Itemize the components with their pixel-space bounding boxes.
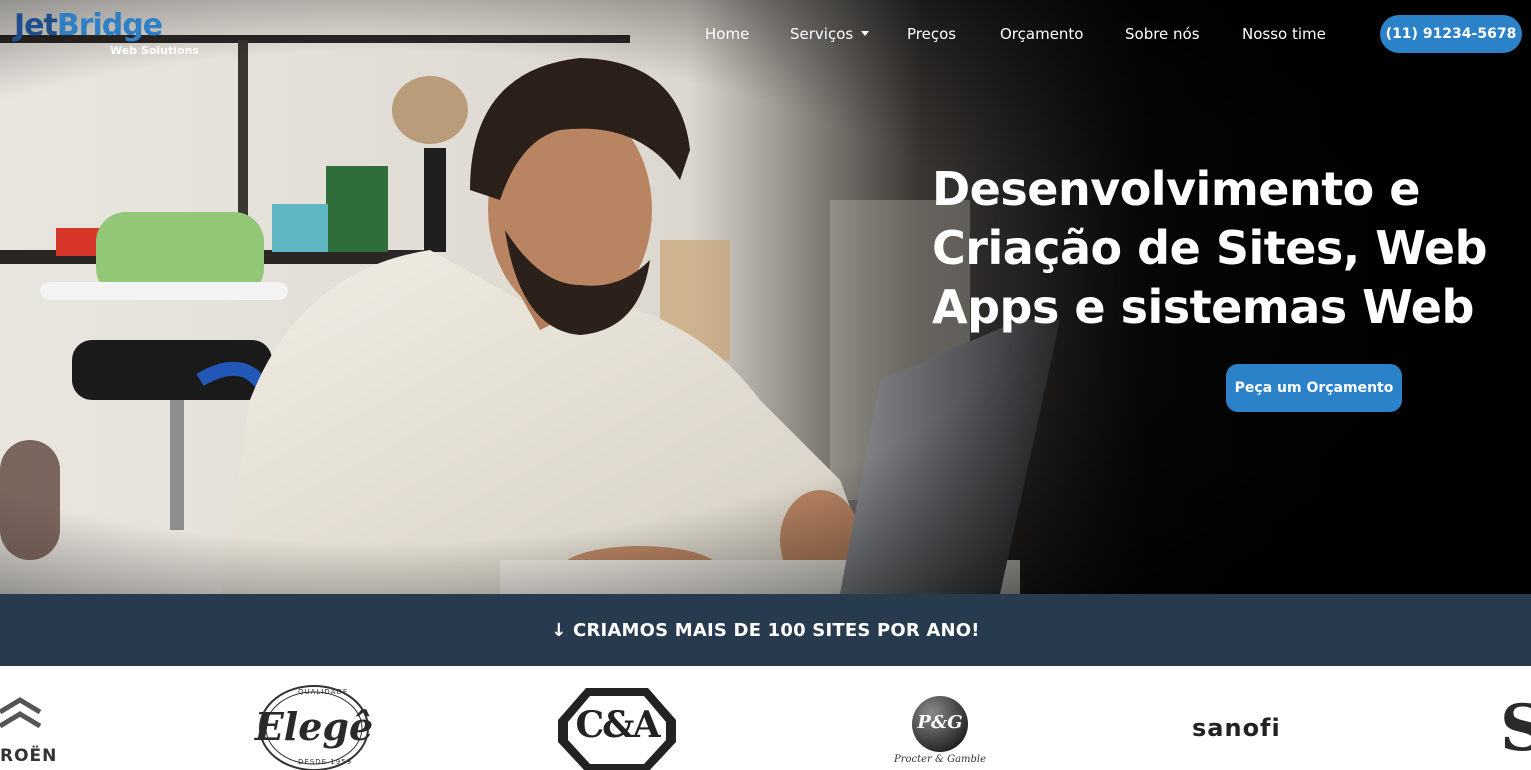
client-logo-ca: C&A xyxy=(556,684,678,770)
nav-prices-label: Preços xyxy=(907,25,957,43)
nav-team-label: Nosso time xyxy=(1242,25,1326,43)
caret-down-icon xyxy=(861,31,870,36)
stats-banner-text: ↓ CRIAMOS MAIS DE 100 SITES POR ANO! xyxy=(551,619,980,641)
client-name-sanofi: sanofi xyxy=(1192,714,1281,742)
nav-home-label: Home xyxy=(705,25,750,43)
headline-line-3: Apps e sistemas Web xyxy=(932,280,1474,334)
client-name-pg: P&G xyxy=(917,712,963,733)
headline-line-2: Criação de Sites, Web xyxy=(932,221,1488,275)
hero-section: JetBridge Web Solutions Home Serviços Pr… xyxy=(0,0,1531,594)
top-navigation: Home Serviços Preços Orçamento Sobre nós… xyxy=(0,0,1531,70)
client-logo-partial: S xyxy=(1500,694,1531,764)
nav-team[interactable]: Nosso time xyxy=(1242,24,1326,44)
nav-services-dropdown[interactable]: Serviços xyxy=(790,24,870,44)
partial-logo-icon: S xyxy=(1500,694,1531,764)
nav-services-label: Serviços xyxy=(790,25,854,43)
headline-line-1: Desenvolvimento e xyxy=(932,162,1421,216)
nav-prices[interactable]: Preços xyxy=(907,24,956,44)
nav-quote[interactable]: Orçamento xyxy=(1000,24,1084,44)
client-name-ca: C&A xyxy=(575,704,660,746)
nav-quote-label: Orçamento xyxy=(1000,25,1084,43)
client-logo-citroen: ROËN xyxy=(0,694,70,766)
client-logo-elege: QUALIDADE Elegê DESDE 1959 xyxy=(252,682,376,770)
nav-about[interactable]: Sobre nós xyxy=(1125,24,1200,44)
elege-badge-bottom: DESDE 1959 xyxy=(298,758,353,766)
phone-button[interactable]: (11) 91234-5678 xyxy=(1380,15,1522,53)
request-quote-button[interactable]: Peça um Orçamento xyxy=(1226,364,1402,412)
stats-banner: ↓ CRIAMOS MAIS DE 100 SITES POR ANO! xyxy=(0,594,1531,666)
elege-badge-top: QUALIDADE xyxy=(298,688,349,696)
client-name-elege: Elegê xyxy=(254,704,374,749)
client-logo-pg: P&G Procter & Gamble xyxy=(890,694,990,770)
client-logos-strip: ROËN QUALIDADE Elegê DESDE 1959 C&A P&G … xyxy=(0,666,1531,770)
hero-headline: Desenvolvimento e Criação de Sites, Web … xyxy=(932,160,1492,337)
client-logo-sanofi: sanofi xyxy=(1192,714,1302,748)
client-name-citroen: ROËN xyxy=(0,746,58,766)
nav-home[interactable]: Home xyxy=(705,24,749,44)
client-subtitle-pg: Procter & Gamble xyxy=(893,754,987,765)
nav-about-label: Sobre nós xyxy=(1125,25,1200,43)
